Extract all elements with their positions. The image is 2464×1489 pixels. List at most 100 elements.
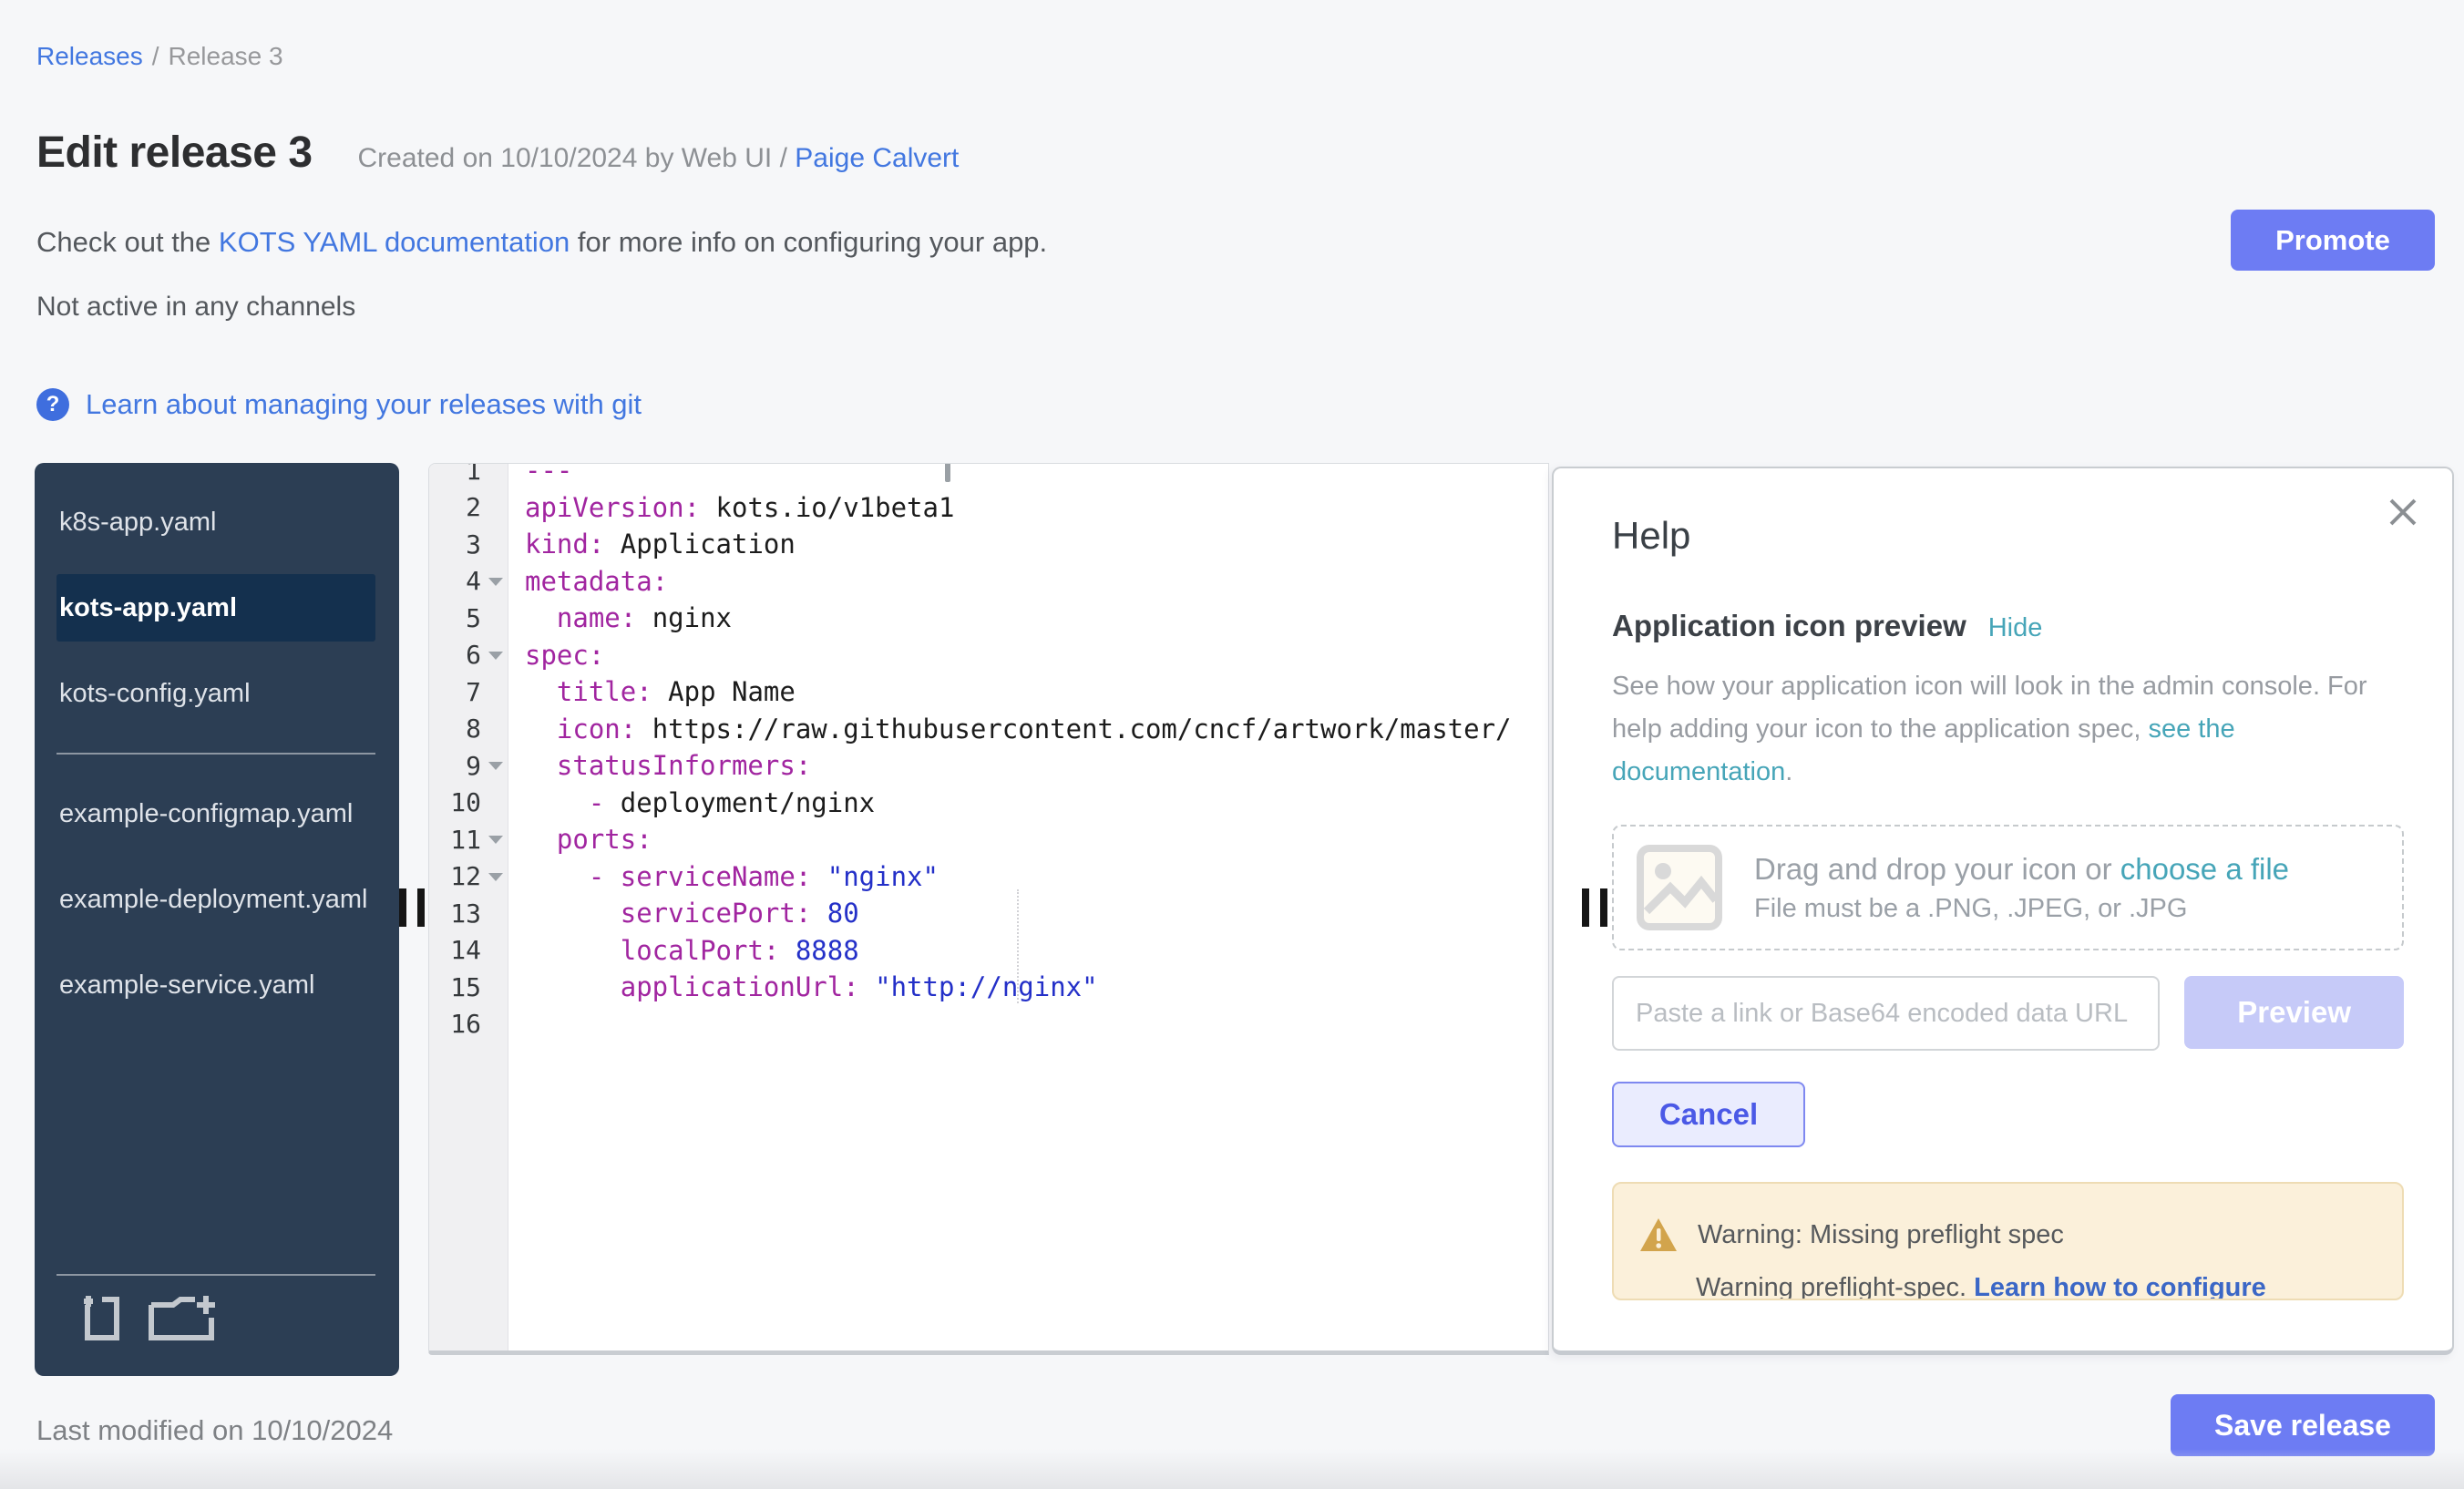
close-icon[interactable] [2387,496,2419,529]
code-line[interactable]: 8 icon: https://raw.githubusercontent.co… [429,711,1548,748]
code-text: ports: [508,824,652,855]
promote-button[interactable]: Promote [2231,210,2435,271]
fold-toggle-icon[interactable] [488,578,503,586]
git-help-row[interactable]: ? Learn about managing your releases wit… [36,388,642,421]
warning-title: Warning: Missing preflight spec [1698,1220,2064,1250]
code-line[interactable]: 15 applicationUrl: "http://nginx" [429,969,1548,1006]
warning-detail-prefix: Warning preflight-spec. [1696,1273,1974,1300]
code-line[interactable]: 10 - deployment/nginx [429,785,1548,822]
code-line[interactable]: 16 [429,1006,1548,1043]
learn-how-to-configure-link[interactable]: Learn how to configure [1974,1273,2266,1300]
fold-toggle-icon[interactable] [488,836,503,844]
line-number: 15 [429,972,508,1002]
file-tree-footer [56,1274,375,1376]
image-placeholder-icon [1636,844,1723,931]
code-text: applicationUrl: "http://nginx" [508,971,1098,1002]
created-on-text: Created on 10/10/2024 by Web UI / Paige … [358,143,960,174]
file-tree-item[interactable]: example-configmap.yaml [56,780,375,847]
fold-toggle-icon[interactable] [488,762,503,770]
code-line[interactable]: 6spec: [429,637,1548,674]
page-title: Edit release 3 [36,128,313,178]
code-text: kind: Application [508,529,796,560]
line-number: 12 [429,861,508,891]
fold-toggle-icon[interactable] [488,652,503,660]
new-folder-icon[interactable] [148,1292,219,1343]
last-modified-text: Last modified on 10/10/2024 [36,1414,393,1447]
code-line[interactable]: 1--- [429,463,1548,489]
dropzone-main-text: Drag and drop your icon or choose a file [1754,852,2289,887]
help-panel: Help Application icon preview Hide See h… [1552,467,2454,1355]
code-line[interactable]: 13 servicePort: 80 [429,895,1548,932]
line-number: 5 [429,603,508,633]
hide-link[interactable]: Hide [1988,613,2043,643]
code-line[interactable]: 11 ports: [429,821,1548,858]
file-tree-item[interactable]: kots-config.yaml [56,660,375,727]
preflight-warning-box: Warning: Missing preflight spec Warning … [1612,1182,2404,1300]
file-tree-item[interactable]: k8s-app.yaml [56,488,375,556]
code-line[interactable]: 3kind: Application [429,526,1548,563]
code-text: servicePort: 80 [508,898,859,929]
code-line[interactable]: 14 localPort: 8888 [429,932,1548,970]
code-text: --- [508,463,572,486]
pane-resize-handle-right[interactable] [1582,888,1609,927]
file-tree-groups: k8s-app.yaml kots-app.yaml kots-config.yam… [35,488,399,1019]
line-number: 14 [429,935,508,965]
code-line[interactable]: 12 - serviceName: "nginx" [429,858,1548,896]
docs-line-prefix: Check out the [36,226,219,258]
code-line[interactable]: 7 title: App Name [429,673,1548,711]
line-number: 9 [429,751,508,781]
yaml-editor[interactable]: 1---2apiVersion: kots.io/v1beta13kind: A… [428,463,1549,1355]
file-tree-item[interactable]: example-deployment.yaml [56,866,375,933]
dropzone-prefix: Drag and drop your icon or [1754,852,2120,886]
code-text: metadata: [508,566,668,597]
save-release-button[interactable]: Save release [2171,1394,2435,1456]
code-line[interactable]: 5 name: nginx [429,600,1548,637]
icon-dropzone[interactable]: Drag and drop your icon or choose a file… [1612,825,2404,950]
warning-triangle-icon [1639,1217,1678,1253]
cancel-button[interactable]: Cancel [1612,1082,1805,1147]
icon-preview-heading: Application icon preview [1612,609,1966,643]
line-number: 4 [429,566,508,596]
fold-toggle-icon[interactable] [488,873,503,881]
pane-resize-handle-left[interactable] [399,888,426,927]
code-text: apiVersion: kots.io/v1beta1 [508,492,954,523]
question-circle-icon: ? [36,388,69,421]
git-releases-link[interactable]: Learn about managing your releases with … [86,388,642,421]
line-number: 3 [429,529,508,560]
code-text: localPort: 8888 [508,935,859,966]
kots-yaml-docs-link[interactable]: KOTS YAML documentation [219,226,570,258]
icon-url-input[interactable] [1612,976,2160,1051]
breadcrumb-separator: / [152,42,159,70]
warning-detail: Warning preflight-spec. Learn how to con… [1696,1273,2402,1300]
preview-button[interactable]: Preview [2184,976,2404,1049]
code-line[interactable]: 9 statusInformers: [429,747,1548,785]
description-prefix: See how your application icon will look … [1612,672,2367,744]
choose-file-link[interactable]: choose a file [2120,852,2289,886]
code-line[interactable]: 2apiVersion: kots.io/v1beta1 [429,489,1548,527]
created-by-link[interactable]: Paige Calvert [795,143,959,173]
created-prefix: Created on 10/10/2024 by Web UI / [358,143,796,173]
code-line[interactable]: 4metadata: [429,563,1548,601]
code-text: icon: https://raw.githubusercontent.com/… [508,714,1512,744]
new-file-icon[interactable] [75,1292,124,1343]
line-number: 8 [429,714,508,744]
line-number: 13 [429,899,508,929]
description-suffix: . [1785,757,1792,786]
breadcrumb-releases-link[interactable]: Releases [36,42,143,70]
icon-preview-description: See how your application icon will look … [1612,665,2407,794]
docs-line: Check out the KOTS YAML documentation fo… [36,226,1047,259]
line-number: 11 [429,825,508,855]
line-number: 10 [429,787,508,817]
file-tree-item[interactable]: kots-app.yaml [56,574,375,642]
docs-line-suffix: for more info on configuring your app. [570,226,1047,258]
file-tree-item[interactable]: example-service.yaml [56,951,375,1019]
line-number: 2 [429,492,508,522]
code-text: - serviceName: "nginx" [508,861,939,892]
line-number: 6 [429,640,508,670]
indent-guide [1017,889,1019,1003]
breadcrumb-current: Release 3 [169,42,283,70]
help-panel-title: Help [1612,514,2452,558]
line-number: 16 [429,1009,508,1039]
dropzone-sub-text: File must be a .PNG, .JPEG, or .JPG [1754,894,2289,924]
editor-lines: 1---2apiVersion: kots.io/v1beta13kind: A… [429,463,1548,1042]
